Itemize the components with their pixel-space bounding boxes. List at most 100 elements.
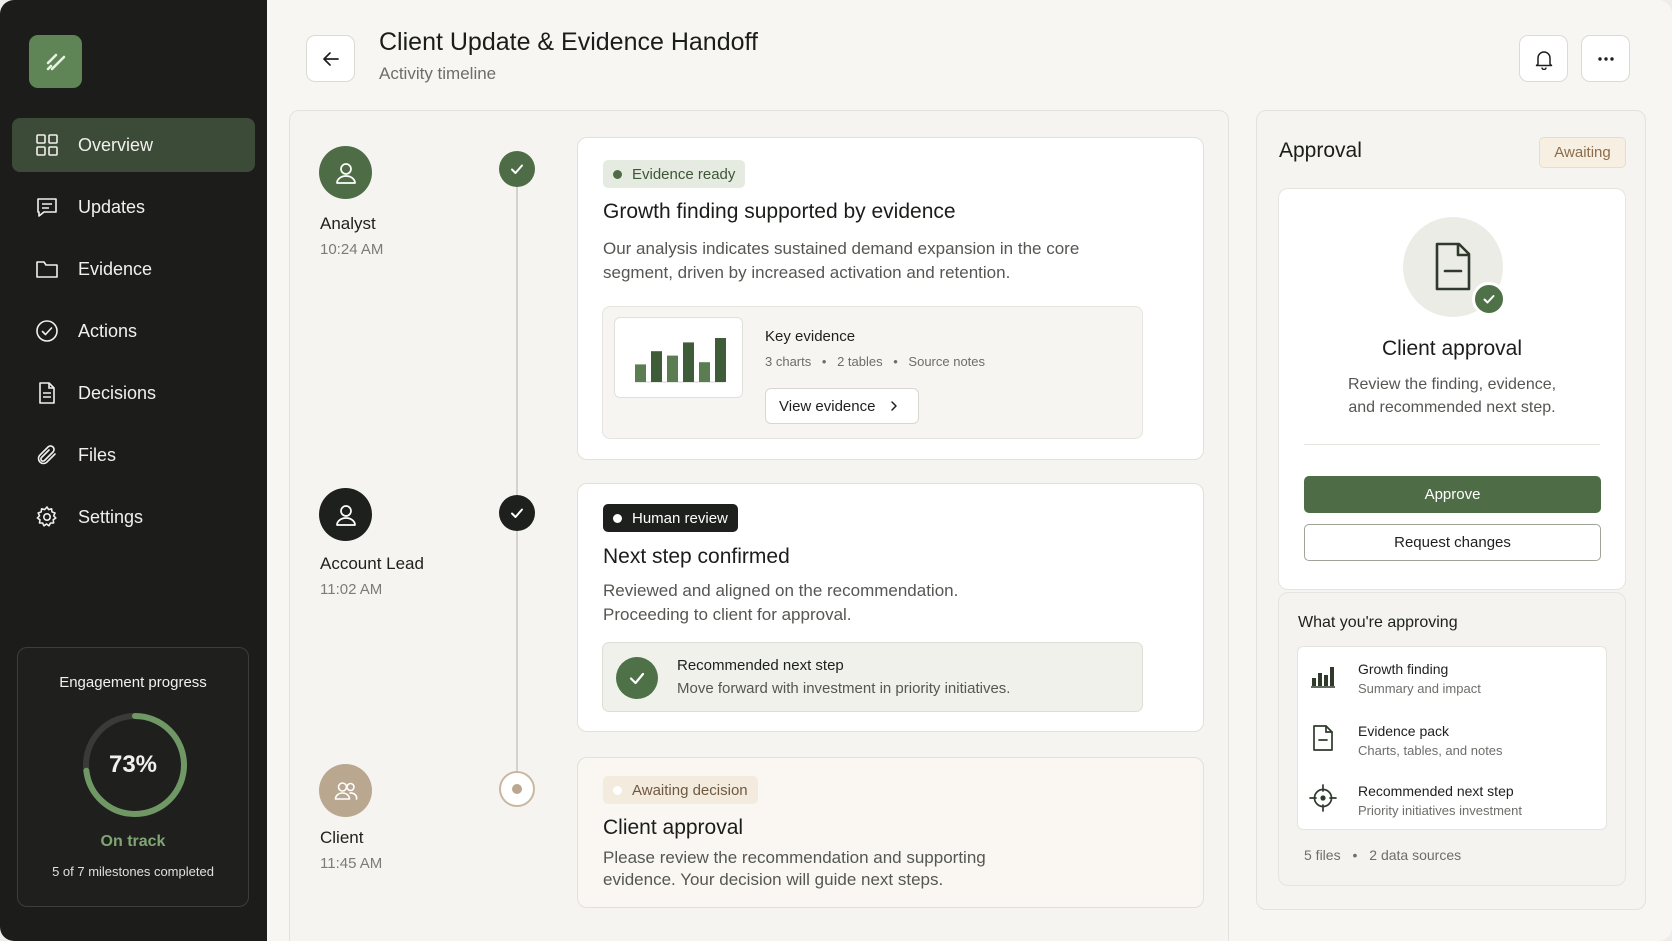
more-options-button[interactable] (1581, 35, 1630, 82)
sidebar-item-label: Actions (78, 320, 138, 341)
status-dot (613, 785, 622, 795)
request-changes-button[interactable]: Request changes (1304, 524, 1601, 561)
status-chip-awaiting-decision: Awaiting decision (603, 776, 758, 804)
list-item[interactable]: Growth finding Summary and impact (1298, 647, 1608, 703)
timeline-card-review: Human review Next step confirmed Reviewe… (577, 483, 1204, 732)
app-logo[interactable] (29, 35, 82, 88)
timeline-time: 10:24 AM (320, 241, 384, 258)
card-title: Next step confirmed (603, 545, 790, 568)
check-circle-icon (616, 657, 658, 699)
sidebar-item-label: Files (78, 444, 117, 465)
back-button[interactable] (306, 35, 355, 82)
chevron-right-icon (891, 401, 898, 411)
key-evidence-box: Key evidence 3 charts • 2 tables • Sourc… (602, 306, 1143, 439)
recommendation-title: Recommended next step (677, 657, 844, 674)
user-icon (335, 162, 356, 184)
thumbnail-bar (715, 338, 726, 382)
check-icon (511, 164, 523, 174)
list-item[interactable]: Recommended next step Priority initiativ… (1298, 769, 1608, 825)
key-evidence-meta: 3 charts • 2 tables • Source notes (765, 354, 986, 369)
sidebar-item-label: Decisions (78, 382, 157, 403)
timeline-node-complete (499, 151, 535, 187)
sidebar-item-files[interactable]: Files (12, 428, 255, 482)
sidebar-item-settings[interactable]: Settings (12, 490, 255, 544)
logo-icon (46, 53, 65, 70)
pending-dot (512, 784, 522, 794)
files-count: 5 files (1304, 847, 1341, 863)
item-title: Evidence pack (1358, 723, 1450, 739)
folder-icon (34, 256, 60, 282)
timeline-actor: Analyst (320, 214, 376, 233)
bell-icon (1535, 50, 1552, 70)
meta-source-notes: Source notes (908, 354, 986, 369)
card-title: Client approval (603, 816, 744, 839)
sidebar-item-label: Settings (78, 506, 144, 527)
timeline-time: 11:02 AM (320, 581, 383, 598)
card-body-line: evidence. Your decision will guide next … (603, 870, 944, 889)
avatar-client (319, 764, 372, 817)
grid-icon (34, 132, 60, 158)
card-body: Our analysis indicates sustained demand … (603, 239, 1080, 282)
milestones-count: 5 of 7 milestones completed (52, 864, 214, 879)
description-line: and recommended next step. (1348, 399, 1556, 416)
status-chip-human-review: Human review (603, 504, 738, 532)
check-icon (1472, 282, 1506, 316)
user-icon (335, 504, 356, 526)
thumbnail-bar (683, 342, 694, 382)
description-line: Review the finding, evidence, (1347, 376, 1557, 393)
approval-scope-title: What you're approving (1298, 614, 1458, 631)
document-icon (34, 380, 60, 406)
sidebar-item-evidence[interactable]: Evidence (12, 242, 255, 296)
timeline-card-client-approval: Awaiting decision Client approval Please… (577, 757, 1204, 908)
bar-chart-icon (1308, 661, 1338, 691)
sidebar: Overview Updates Evidence Actions Decisi… (0, 0, 267, 941)
card-title: Growth finding supported by evidence (603, 200, 956, 223)
client-approval-card: Client approval Review the finding, evid… (1278, 188, 1626, 590)
notifications-button[interactable] (1519, 35, 1568, 82)
sidebar-item-decisions[interactable]: Decisions (12, 366, 255, 420)
chip-label: Evidence ready (632, 165, 736, 183)
item-title: Recommended next step (1358, 783, 1514, 799)
divider (1304, 444, 1600, 445)
list-item[interactable]: Evidence pack Charts, tables, and notes (1298, 709, 1608, 765)
gear-icon (34, 504, 60, 530)
timeline-node-complete (499, 495, 535, 531)
sidebar-item-updates[interactable]: Updates (12, 180, 255, 234)
recommended-step-box: Recommended next step Move forward with … (602, 642, 1143, 712)
check-icon (511, 508, 523, 518)
progress-status: On track (100, 833, 166, 850)
avatar-account-lead (319, 488, 372, 541)
target-icon (1308, 783, 1338, 813)
evidence-chart-thumbnail (614, 317, 743, 398)
approve-button[interactable]: Approve (1304, 476, 1601, 513)
item-title: Growth finding (1358, 661, 1449, 677)
approval-scope-list: Growth finding Summary and impact Eviden… (1297, 646, 1607, 830)
thumbnail-bar (667, 355, 678, 382)
view-evidence-button[interactable]: View evidence (765, 388, 919, 424)
data-sources-count: 2 data sources (1369, 847, 1462, 863)
card-body: Reviewed and aligned on the recommendati… (603, 579, 1123, 627)
engagement-progress-card: Engagement progress 73% On track 5 of 7 … (17, 647, 249, 907)
sidebar-item-overview[interactable]: Overview (12, 118, 255, 172)
sidebar-item-actions[interactable]: Actions (12, 304, 255, 358)
chip-label: Human review (632, 509, 728, 527)
timeline-actor: Account Lead (320, 554, 424, 573)
key-evidence-title: Key evidence (765, 328, 856, 345)
recommendation-subtitle: Move forward with investment in priority… (677, 680, 1011, 697)
thumbnail-bar (651, 351, 662, 382)
item-subtitle: Priority initiatives investment (1358, 803, 1522, 818)
timeline-card-evidence: Evidence ready Growth finding supported … (577, 137, 1204, 460)
thumbnail-bar (635, 364, 646, 382)
card-body-line: Reviewed and aligned on the recommendati… (603, 581, 959, 600)
status-dot (613, 169, 622, 179)
card-body-line: Proceeding to client for approval. (603, 605, 852, 624)
check-circle-icon (34, 318, 60, 344)
meta-tables: 2 tables (837, 354, 883, 369)
thumbnail-bar (699, 362, 710, 382)
item-subtitle: Summary and impact (1358, 681, 1481, 696)
status-chip-evidence-ready: Evidence ready (603, 160, 746, 188)
approval-panel-title: Approval (1279, 139, 1362, 162)
progress-percent: 73% (108, 751, 158, 778)
card-body: Please review the recommendation and sup… (603, 847, 1123, 891)
message-icon (34, 194, 60, 220)
